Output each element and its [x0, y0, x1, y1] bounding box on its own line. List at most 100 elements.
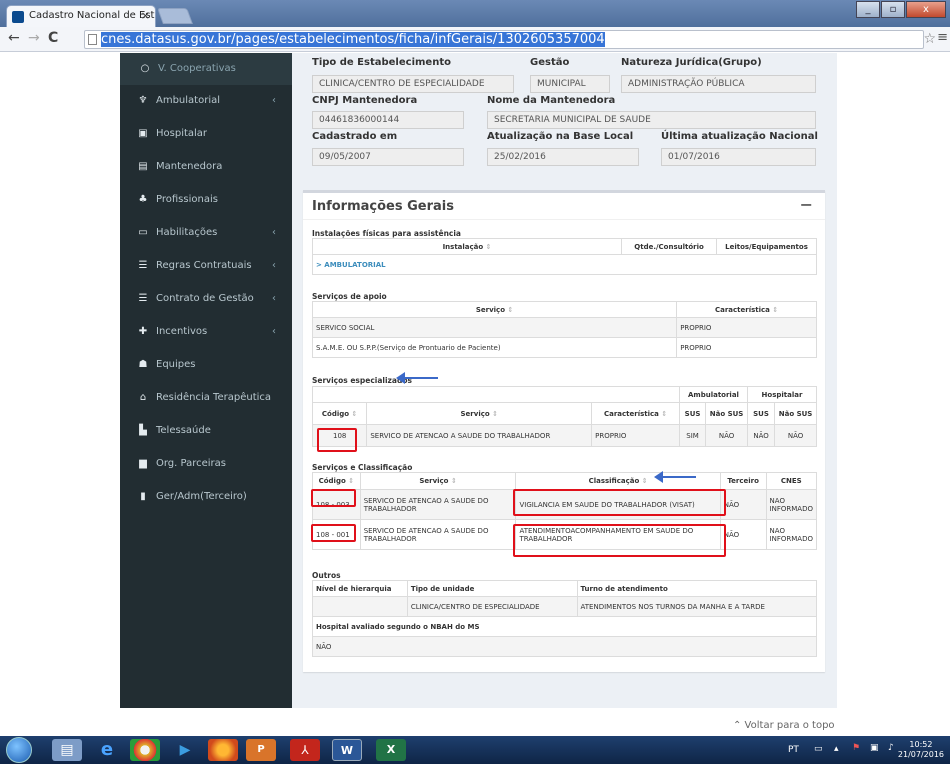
acrobat-icon[interactable]: ⅄ — [290, 739, 320, 761]
sidebar-item-org-parceiras[interactable]: ▆ Org. Parceiras — [120, 448, 292, 480]
new-tab-button[interactable] — [157, 8, 193, 24]
sort-icon: ⇕ — [507, 305, 514, 314]
square-icon: ▮ — [140, 491, 146, 502]
col-cnes: CNES — [765, 472, 818, 490]
header-label: Instalação — [442, 242, 484, 251]
sidebar-item-habilitacoes[interactable]: ▭ Habilitações ‹ — [120, 217, 292, 249]
cell-servico: SERVICO DE ATENCAO A SAUDE DO TRABALHADO… — [359, 519, 517, 550]
address-bar[interactable]: cnes.datasus.gov.br/pages/estabeleciment… — [84, 30, 924, 49]
file-explorer-icon[interactable]: ▤ — [52, 739, 82, 761]
window-controls: _ ▫ x — [856, 1, 946, 18]
cell-servico: S.A.M.E. OU S.P.P.(Serviço de Prontuario… — [311, 337, 678, 358]
plus-icon: ✚ — [138, 326, 148, 337]
sort-icon: ⇕ — [492, 409, 498, 418]
col-codigo[interactable]: Código ⇕ — [311, 402, 368, 425]
maximize-button[interactable]: ▫ — [881, 1, 905, 18]
sidebar-item-ambulatorial[interactable]: ♆ Ambulatorial ‹ — [120, 85, 292, 117]
cell-cnes: NAO INFORMADO — [765, 519, 818, 550]
keyboard-icon[interactable]: ▭ — [814, 744, 823, 754]
sidebar-item-label: Residência Terapêutica — [156, 392, 272, 403]
highlight-box — [311, 524, 356, 542]
minimize-button[interactable]: _ — [856, 1, 880, 18]
cell-servico: SERVICO SOCIAL — [311, 317, 678, 338]
sidebar-item-label: Contrato de Gestão — [156, 293, 254, 304]
col-servico[interactable]: Serviço ⇕ — [311, 301, 678, 318]
sidebar-item-hospitalar[interactable]: ▣ Hospitalar — [120, 118, 292, 150]
col-caracteristica[interactable]: Característica ⇕ — [591, 402, 680, 425]
sidebar-item-profissionais[interactable]: ♣ Profissionais — [120, 184, 292, 216]
sidebar-item-contrato-gestao[interactable]: ☰ Contrato de Gestão ‹ — [120, 283, 292, 315]
col-codigo[interactable]: Código ⇕ — [312, 472, 361, 490]
forward-arrow-icon[interactable]: → — [28, 30, 40, 46]
col-servico[interactable]: Serviço ⇕ — [359, 472, 517, 490]
clock[interactable]: 10:52 21/07/2016 — [898, 740, 944, 760]
flag-icon[interactable]: ⚑ — [852, 743, 860, 753]
url-path: /pages/estabelecimentos/ficha/infGerais/… — [231, 32, 605, 47]
cell-caracteristica: PROPRIO — [591, 424, 680, 447]
sidebar-item-ger-adm[interactable]: ▮ Ger/Adm(Terceiro) — [120, 481, 292, 513]
language-indicator[interactable]: PT — [788, 745, 799, 755]
menu-icon[interactable]: ≡ — [937, 30, 948, 45]
sidebar-item-incentivos[interactable]: ✚ Incentivos ‹ — [120, 316, 292, 348]
powerpoint-icon[interactable]: P — [246, 739, 276, 761]
table-row: SERVICO SOCIAL PROPRIO — [311, 317, 817, 338]
natureza-juridica-label: Natureza Jurídica(Grupo) — [621, 57, 762, 68]
bookmark-star-icon[interactable]: ☆ — [923, 31, 936, 47]
col-nao-sus-amb: Não SUS — [705, 402, 748, 425]
table-row: S.A.M.E. OU S.P.P.(Serviço de Prontuario… — [311, 337, 817, 358]
firefox-icon[interactable] — [208, 739, 238, 761]
col-instalacao[interactable]: Instalação ⇕ — [311, 238, 623, 255]
ambulatorial-expand-row[interactable]: > AMBULATORIAL — [312, 254, 817, 275]
header-label: Código — [321, 409, 350, 418]
close-window-button[interactable]: x — [906, 1, 946, 18]
tray-expand-icon[interactable]: ▴ — [834, 744, 839, 754]
sidebar-item-cooperativas[interactable]: ○ V. Cooperativas — [120, 53, 292, 85]
sidebar-item-regras-contratuais[interactable]: ☰ Regras Contratuais ‹ — [120, 250, 292, 282]
reload-icon[interactable]: C — [48, 30, 58, 46]
collapse-icon[interactable]: − — [800, 195, 813, 214]
sidebar-item-equipes[interactable]: ☗ Equipes — [120, 349, 292, 381]
sort-icon: ⇕ — [641, 477, 648, 485]
sort-icon: ⇕ — [661, 409, 668, 418]
cell-nivel-hierarquia — [312, 596, 408, 617]
col-servico[interactable]: Serviço ⇕ — [366, 402, 593, 425]
cadastrado-label: Cadastrado em — [312, 131, 398, 142]
apoio-title: Serviços de apoio — [312, 292, 387, 301]
users-icon: ☗ — [138, 359, 148, 370]
briefcase-icon: ▆ — [139, 458, 147, 469]
volume-icon[interactable]: ♪ — [888, 743, 894, 753]
browser-tab[interactable]: Cadastro Nacional de Esta × — [6, 5, 156, 27]
chrome-icon[interactable] — [130, 739, 160, 761]
screen: Cadastro Nacional de Esta × _ ▫ x ← → C … — [0, 0, 950, 764]
media-player-icon[interactable]: ▶ — [170, 739, 200, 761]
cell-caracteristica: PROPRIO — [676, 317, 817, 338]
network-icon[interactable]: ▣ — [870, 743, 879, 753]
col-turno-atendimento: Turno de atendimento — [576, 580, 818, 597]
gestao-field: MUNICIPAL — [530, 75, 610, 93]
sort-icon: ⇕ — [351, 409, 358, 418]
header-label: Serviço — [460, 409, 490, 418]
sidebar-item-mantenedora[interactable]: ▤ Mantenedora — [120, 151, 292, 183]
col-caracteristica[interactable]: Característica ⇕ — [676, 301, 817, 318]
card-icon: ▭ — [138, 227, 148, 238]
internet-explorer-icon[interactable]: e — [92, 739, 122, 761]
sidebar-item-residencia[interactable]: ⌂ Residência Terapêutica — [120, 382, 292, 414]
sidebar-item-label: Telessaúde — [156, 425, 211, 436]
cnpj-label: CNPJ Mantenedora — [312, 95, 418, 106]
start-button[interactable] — [6, 737, 32, 763]
col-terceiro: Terceiro — [719, 472, 767, 490]
sidebar-item-label: Incentivos — [156, 326, 208, 337]
sort-icon: ⇕ — [450, 477, 457, 485]
word-icon[interactable]: W — [332, 739, 362, 761]
col-nivel-hierarquia: Nível de hierarquia — [312, 580, 408, 597]
excel-icon[interactable]: X — [376, 739, 406, 761]
back-to-top-link[interactable]: ⌃ Voltar para o topo — [733, 720, 835, 731]
sidebar-item-label: Equipes — [156, 359, 196, 370]
outros-title: Outros — [312, 571, 341, 580]
tab-close-icon[interactable]: × — [141, 9, 150, 22]
back-arrow-icon[interactable]: ← — [8, 30, 20, 46]
circle-icon: ○ — [140, 63, 150, 74]
header-label: Serviço — [475, 305, 506, 314]
sidebar-item-telessaude[interactable]: ▙ Telessaúde — [120, 415, 292, 447]
sidebar-item-label: Ger/Adm(Terceiro) — [156, 491, 247, 502]
